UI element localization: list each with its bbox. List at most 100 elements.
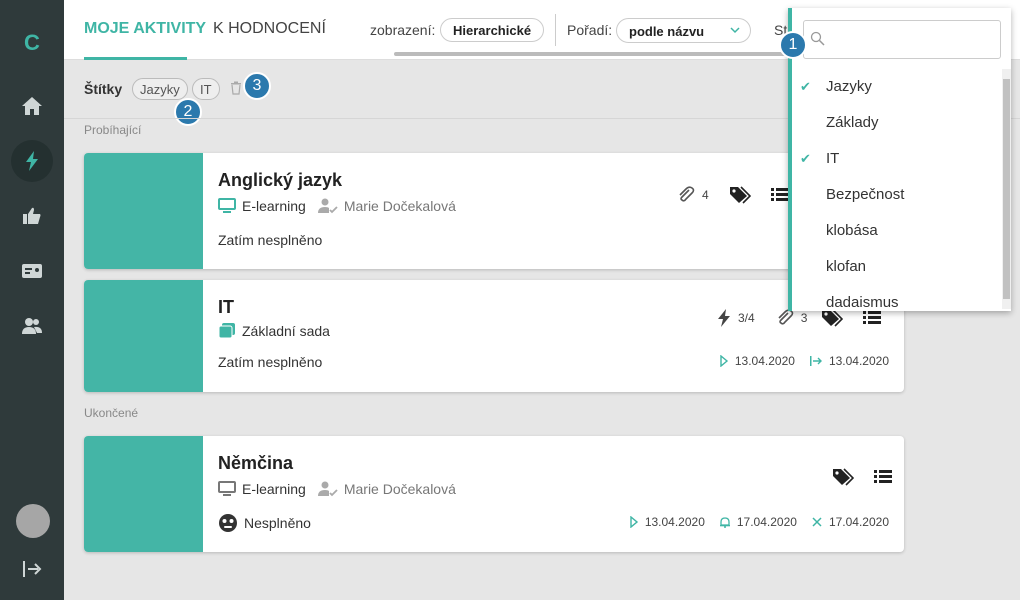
header-divider (555, 14, 556, 46)
card-status: Zatím nesplněno (218, 354, 323, 370)
chevron-down-icon (730, 23, 740, 38)
hint-badge-3: 3 (243, 72, 271, 100)
tags-icon[interactable] (832, 468, 854, 486)
scrollbar-thumb[interactable] (1003, 79, 1010, 299)
thumbs-up-icon[interactable] (11, 195, 53, 237)
tab-my-activities[interactable]: MOJE AKTIVITY (84, 20, 206, 38)
sad-face-icon (218, 513, 238, 533)
paperclip-icon (775, 308, 795, 328)
header-scrollbar[interactable] (394, 52, 794, 56)
card-meta: E-learning Marie Dočekalová (218, 198, 456, 214)
activity-card-english[interactable]: Anglický jazyk E-learning Marie Dočekalo… (84, 153, 904, 269)
card-title[interactable]: IT (218, 297, 234, 318)
card-thumbnail (84, 280, 203, 392)
hint-badge-2: 2 (174, 98, 202, 126)
check-icon: ✔ (800, 151, 811, 166)
user-check-icon (317, 481, 338, 497)
attachment-count: 4 (702, 188, 709, 202)
activities-bolt-icon[interactable] (11, 140, 53, 182)
close-x-icon (811, 516, 823, 528)
option-label: klofan (826, 258, 867, 275)
id-card-icon[interactable] (11, 250, 53, 292)
option-label: Jazyky (826, 78, 872, 95)
deadline-date: 17.04.2020 (828, 515, 889, 529)
tag-chip-jazyky[interactable]: Jazyky (132, 78, 188, 100)
card-dates: 13.04.2020 17.04.2020 17.04.2020 (629, 515, 889, 529)
end-arrow-icon (809, 355, 823, 367)
section-finished: Ukončené (84, 406, 139, 420)
dropdown-search-input[interactable] (803, 20, 1001, 59)
dropdown-option-bezpecnost[interactable]: Bezpečnost (792, 177, 1002, 213)
tags-icon[interactable] (729, 186, 751, 204)
order-select-value: podle názvu (629, 24, 705, 39)
paperclip-icon (676, 185, 696, 205)
stack-icon (218, 323, 236, 339)
dropdown-scrollbar[interactable] (1002, 69, 1011, 309)
card-type: E-learning (242, 481, 306, 497)
dropdown-option-klobasa[interactable]: klobása (792, 213, 1002, 249)
hint-badge-1: 1 (779, 31, 807, 59)
tags-icon[interactable] (821, 309, 844, 327)
list-icon[interactable] (770, 187, 789, 203)
tags-dropdown[interactable]: ✔ Jazyky Základy ✔ IT Bezpečnost klobása k… (788, 8, 1011, 311)
card-author: Marie Dočekalová (343, 198, 456, 214)
bell-icon (719, 516, 731, 528)
dropdown-option-dadaismus[interactable]: dadaismus (792, 285, 1002, 311)
active-tab-indicator (84, 57, 187, 60)
reminder-date: 17.04.2020 (736, 515, 797, 529)
card-icons: 3/4 3 (716, 308, 882, 328)
dropdown-option-jazyky[interactable]: ✔ Jazyky (792, 69, 1002, 105)
dropdown-options: ✔ Jazyky Základy ✔ IT Bezpečnost klobása k… (792, 69, 1002, 311)
option-label: Základy (826, 114, 879, 131)
list-icon[interactable] (863, 310, 882, 326)
order-select[interactable]: podle názvu (616, 18, 751, 43)
dropdown-option-klofan[interactable]: klofan (792, 249, 1002, 285)
user-check-icon (317, 198, 338, 214)
card-author: Marie Dočekalová (343, 481, 456, 497)
monitor-icon (218, 481, 236, 497)
option-label: klobása (826, 222, 878, 239)
card-thumbnail (84, 153, 203, 269)
tags-label: Štítky (84, 81, 123, 97)
activity-card-it[interactable]: IT Základní sada Zatím nesplněno 3/4 3 1… (84, 280, 904, 392)
list-icon[interactable] (874, 469, 892, 485)
card-type: Základní sada (242, 323, 330, 339)
logout-icon[interactable] (11, 548, 53, 590)
users-icon[interactable] (11, 305, 53, 347)
card-status-text: Nesplněno (244, 515, 311, 531)
card-icons: 4 (676, 185, 789, 205)
monitor-icon (218, 198, 236, 214)
start-play-icon (719, 355, 729, 367)
home-icon[interactable] (11, 85, 53, 127)
order-label: Pořadí: (567, 22, 613, 38)
tag-chip-it[interactable]: IT (192, 78, 220, 100)
search-icon (810, 31, 826, 47)
tab-to-evaluate[interactable]: K HODNOCENÍ (213, 20, 326, 38)
card-meta: E-learning Marie Dočekalová (218, 481, 456, 497)
section-ongoing: Probíhající (84, 123, 142, 137)
sidebar: C (0, 0, 64, 600)
app-logo[interactable]: C (0, 30, 64, 56)
card-type: E-learning (242, 198, 306, 214)
avatar[interactable] (16, 504, 50, 538)
attachment-count: 3 (800, 311, 808, 325)
start-date: 13.04.2020 (644, 515, 705, 529)
dropdown-option-zaklady[interactable]: Základy (792, 105, 1002, 141)
trash-icon[interactable] (230, 81, 242, 100)
check-icon: ✔ (800, 79, 811, 94)
card-thumbnail (84, 436, 203, 552)
card-status: Zatím nesplněno (218, 232, 323, 248)
option-label: IT (826, 150, 840, 167)
view-toggle-button[interactable]: Hierarchické (440, 18, 545, 42)
card-status: Nesplněno (218, 513, 311, 533)
activity-card-german[interactable]: Němčina E-learning Marie Dočekalová Nesp… (84, 436, 904, 552)
start-play-icon (629, 516, 639, 528)
option-label: dadaismus (826, 294, 899, 311)
view-label: zobrazení: (370, 22, 436, 38)
option-label: Bezpečnost (826, 186, 905, 203)
dropdown-option-it[interactable]: ✔ IT (792, 141, 1002, 177)
bolt-icon (716, 308, 732, 328)
card-title[interactable]: Němčina (218, 453, 293, 474)
card-title[interactable]: Anglický jazyk (218, 170, 342, 191)
card-icons (832, 468, 892, 486)
